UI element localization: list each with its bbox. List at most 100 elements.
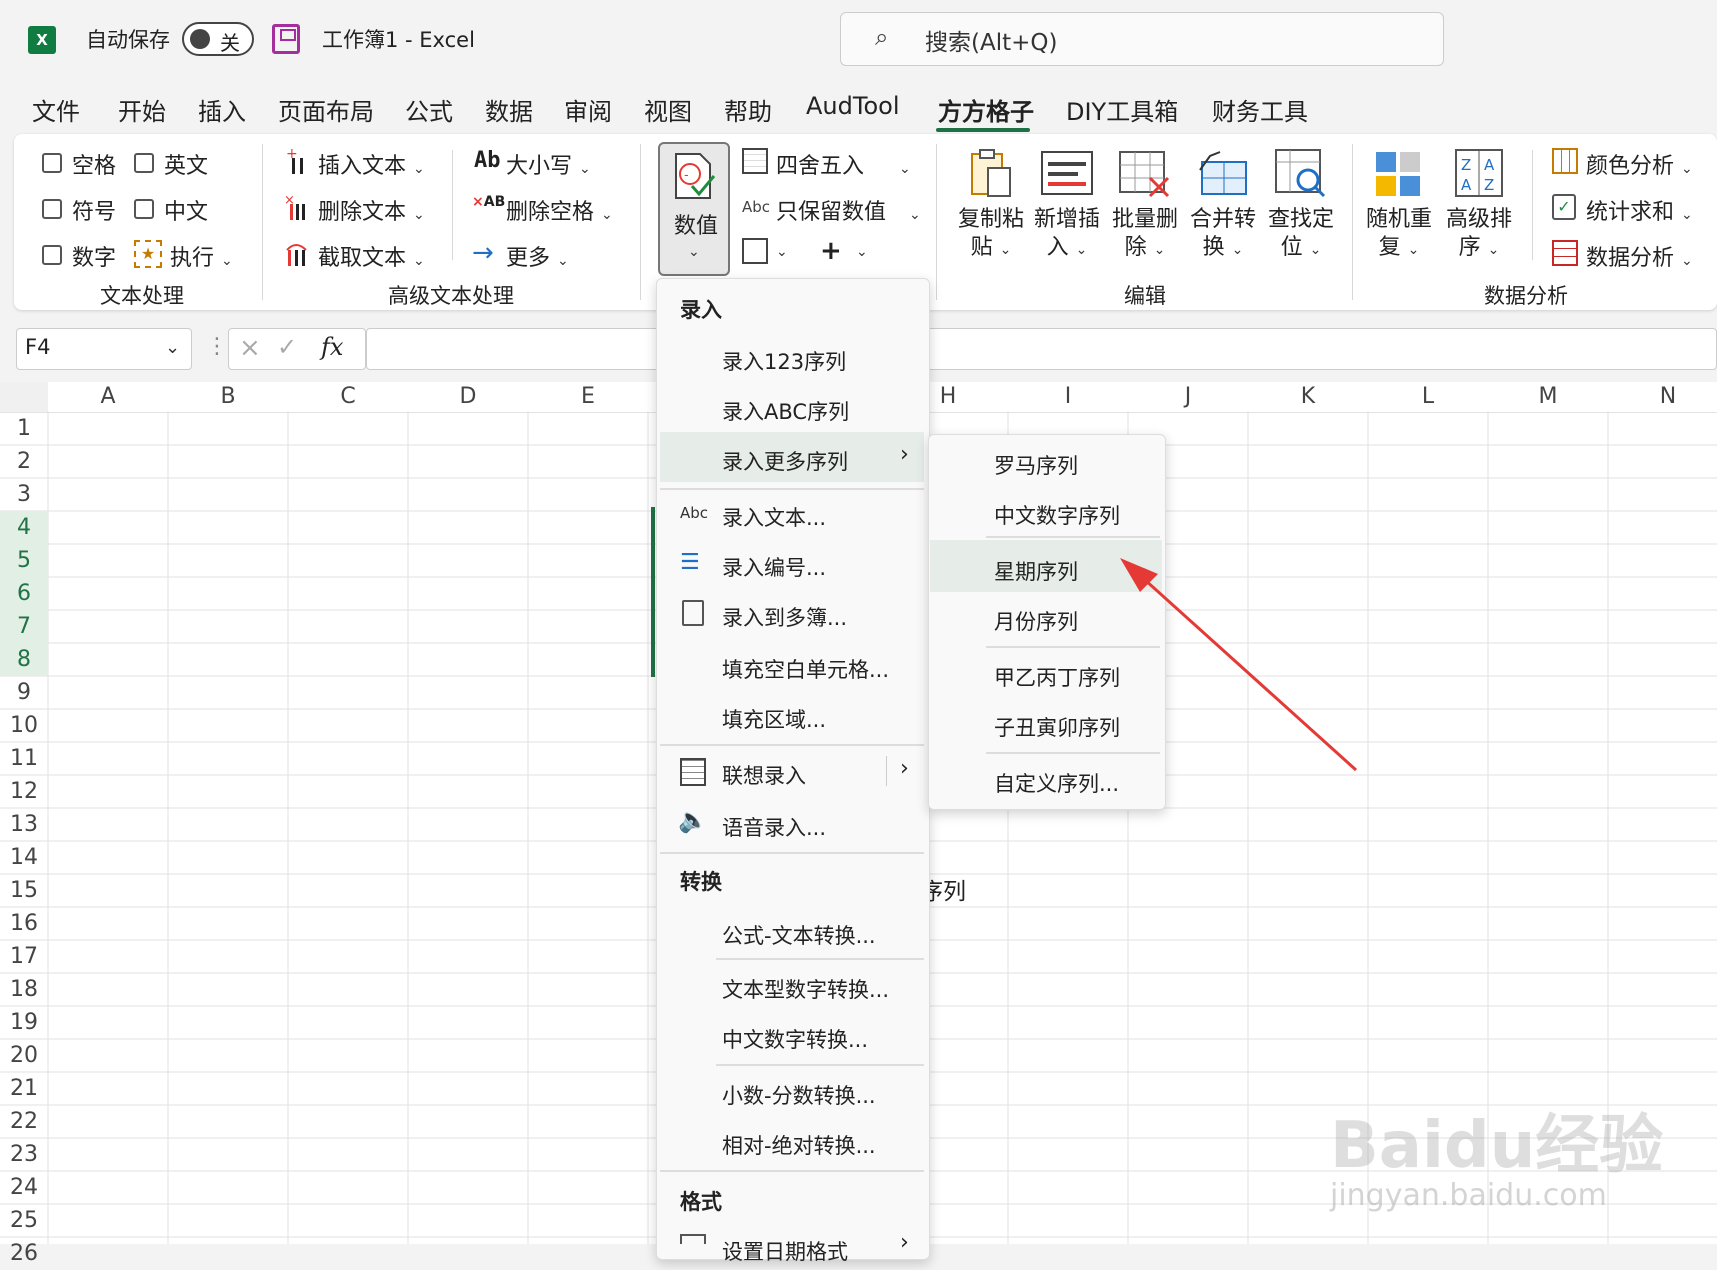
column-header-i[interactable]: I <box>1008 382 1128 412</box>
tab-formulas[interactable]: 公式 <box>405 92 453 127</box>
copy-paste-button[interactable]: 复制粘贴 ⌄ <box>956 206 1026 264</box>
row-header-25[interactable]: 25 <box>0 1204 48 1237</box>
insert-text-button[interactable]: 插入文本 ⌄ <box>318 148 425 180</box>
tab-help[interactable]: 帮助 <box>724 92 772 127</box>
more-button[interactable]: 更多 ⌄ <box>506 240 569 272</box>
menu-item-relative-absolute-convert[interactable]: 相对-绝对转换... <box>722 1130 876 1160</box>
row-header-1[interactable]: 1 <box>0 412 48 445</box>
row-header-11[interactable]: 11 <box>0 742 48 775</box>
numeric-button[interactable]: - 数值 ⌄ <box>658 142 730 276</box>
tab-data[interactable]: 数据 <box>485 92 533 127</box>
name-box[interactable]: F4 ⌄ <box>16 328 192 370</box>
round-button[interactable]: 四舍五入 ⌄ <box>776 148 911 180</box>
row-header-15[interactable]: 15 <box>0 874 48 907</box>
row-header-24[interactable]: 24 <box>0 1171 48 1204</box>
row-header-3[interactable]: 3 <box>0 478 48 511</box>
row-header-8[interactable]: 8 <box>0 643 48 676</box>
column-header-a[interactable]: A <box>48 382 168 412</box>
menu-item-fill-blank-cells[interactable]: 填充空白单元格... <box>722 654 889 684</box>
delete-text-button[interactable]: 删除文本 ⌄ <box>318 194 425 226</box>
row-header-18[interactable]: 18 <box>0 973 48 1006</box>
menu-item-abc-series[interactable]: 录入ABC序列 <box>722 396 849 426</box>
remove-space-button[interactable]: 删除空格 ⌄ <box>506 194 613 226</box>
tab-finance-tools[interactable]: 财务工具 <box>1212 92 1308 127</box>
execute-button[interactable]: 执行 ⌄ <box>170 240 233 272</box>
row-header-4[interactable]: 4 <box>0 511 48 544</box>
row-header-13[interactable]: 13 <box>0 808 48 841</box>
row-header-10[interactable]: 10 <box>0 709 48 742</box>
row-header-5[interactable]: 5 <box>0 544 48 577</box>
submenu-item-month[interactable]: 月份序列 <box>994 606 1078 636</box>
stat-sum-button[interactable]: 统计求和 ⌄ <box>1586 194 1693 226</box>
column-header-e[interactable]: E <box>528 382 648 412</box>
checkbox-number[interactable] <box>42 245 62 265</box>
search-box[interactable]: ⌕ 搜索(Alt+Q) <box>840 12 1444 66</box>
menu-item-chinese-number-convert[interactable]: 中文数字转换... <box>722 1024 868 1054</box>
tab-insert[interactable]: 插入 <box>198 92 246 127</box>
chevron-right-icon[interactable]: › <box>900 756 909 781</box>
find-locate-button[interactable]: 查找定位 ⌄ <box>1266 206 1336 264</box>
more-options-icon[interactable]: ⋮ <box>206 334 228 359</box>
menu-item-date-format[interactable]: 设置日期格式 <box>722 1236 848 1266</box>
column-header-d[interactable]: D <box>408 382 528 412</box>
tab-page-layout[interactable]: 页面布局 <box>278 92 374 127</box>
edit-cell-icon[interactable] <box>742 238 768 264</box>
row-header-14[interactable]: 14 <box>0 841 48 874</box>
tab-diy-toolbox[interactable]: DIY工具箱 <box>1066 92 1178 127</box>
menu-item-input-text[interactable]: 录入文本... <box>722 502 826 532</box>
tab-home[interactable]: 开始 <box>118 92 166 127</box>
menu-item-input-number[interactable]: 录入编号... <box>722 552 826 582</box>
chevron-down-icon[interactable]: ⌄ <box>856 244 868 260</box>
checkbox-space[interactable] <box>42 153 62 173</box>
column-header-c[interactable]: C <box>288 382 408 412</box>
checkbox-english[interactable] <box>134 153 154 173</box>
submenu-item-chinese-number[interactable]: 中文数字序列 <box>994 500 1120 530</box>
column-header-j[interactable]: J <box>1128 382 1248 412</box>
formula-input[interactable] <box>366 328 1717 370</box>
menu-item-fill-range[interactable]: 填充区域... <box>722 704 826 734</box>
tab-fangfanggezi[interactable]: 方方格子 <box>938 92 1034 127</box>
insert-function-icon[interactable]: fx <box>321 333 343 361</box>
new-insert-button[interactable]: 新增插入 ⌄ <box>1032 206 1102 264</box>
row-header-21[interactable]: 21 <box>0 1072 48 1105</box>
menu-item-voice-input[interactable]: 语音录入... <box>722 812 826 842</box>
keep-values-button[interactable]: 只保留数值 ⌄ <box>776 194 921 226</box>
chevron-down-icon[interactable]: ⌄ <box>776 244 788 260</box>
row-header-12[interactable]: 12 <box>0 775 48 808</box>
row-header-20[interactable]: 20 <box>0 1039 48 1072</box>
column-header-b[interactable]: B <box>168 382 288 412</box>
column-header-l[interactable]: L <box>1368 382 1488 412</box>
cancel-icon[interactable]: × <box>239 333 261 363</box>
row-header-6[interactable]: 6 <box>0 577 48 610</box>
tab-view[interactable]: 视图 <box>644 92 692 127</box>
checkbox-chinese[interactable] <box>134 199 154 219</box>
row-header-22[interactable]: 22 <box>0 1105 48 1138</box>
row-header-17[interactable]: 17 <box>0 940 48 973</box>
advanced-sort-button[interactable]: 高级排序 ⌄ <box>1444 206 1514 264</box>
menu-item-decimal-fraction-convert[interactable]: 小数-分数转换... <box>722 1080 876 1110</box>
menu-item-123-series[interactable]: 录入123序列 <box>722 346 846 376</box>
row-header-26[interactable]: 26 <box>0 1237 48 1270</box>
column-header-k[interactable]: K <box>1248 382 1368 412</box>
row-header-9[interactable]: 9 <box>0 676 48 709</box>
enter-icon[interactable]: ✓ <box>277 333 297 361</box>
checkbox-symbol[interactable] <box>42 199 62 219</box>
submenu-item-weekday[interactable]: 星期序列 <box>994 556 1078 586</box>
tab-file[interactable]: 文件 <box>32 92 80 127</box>
menu-item-more-series[interactable]: 录入更多序列 <box>722 446 848 476</box>
extract-text-button[interactable]: 截取文本 ⌄ <box>318 240 425 272</box>
submenu-item-roman[interactable]: 罗马序列 <box>994 450 1078 480</box>
row-header-23[interactable]: 23 <box>0 1138 48 1171</box>
data-analysis-button[interactable]: 数据分析 ⌄ <box>1586 240 1693 272</box>
column-header-m[interactable]: M <box>1488 382 1608 412</box>
tab-review[interactable]: 审阅 <box>564 92 612 127</box>
autosave-toggle[interactable]: 关 <box>182 22 254 56</box>
color-analysis-button[interactable]: 颜色分析 ⌄ <box>1586 148 1693 180</box>
case-button[interactable]: 大小写 ⌄ <box>506 148 591 180</box>
merge-convert-button[interactable]: 合并转换 ⌄ <box>1188 206 1258 264</box>
menu-item-associative-input[interactable]: 联想录入 <box>722 760 806 790</box>
row-header-2[interactable]: 2 <box>0 445 48 478</box>
tab-audtool[interactable]: AudTool <box>806 92 899 120</box>
random-repeat-button[interactable]: 随机重复 ⌄ <box>1364 206 1434 264</box>
row-header-7[interactable]: 7 <box>0 610 48 643</box>
